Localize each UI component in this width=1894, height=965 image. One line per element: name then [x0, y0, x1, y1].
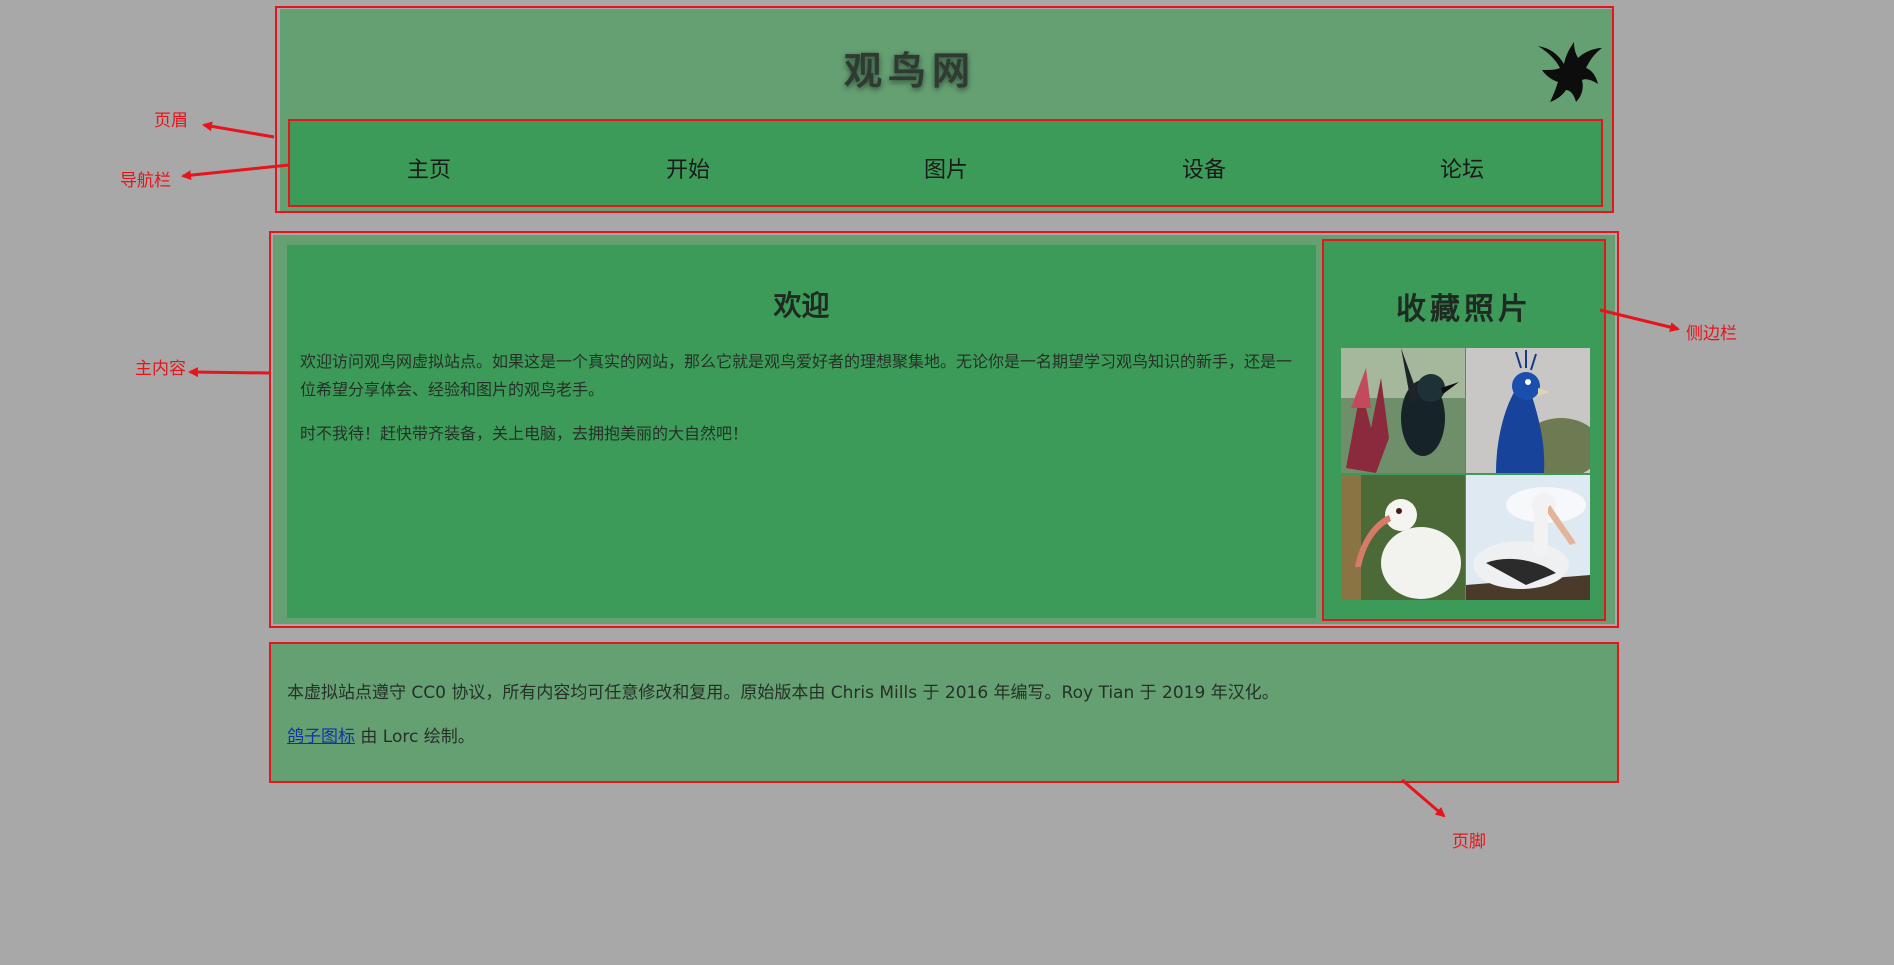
nav-arrow — [181, 163, 290, 181]
footer-annotation: 页脚 — [1452, 832, 1486, 852]
sidebar-arrow — [1599, 308, 1680, 332]
header-annotation: 页眉 — [154, 111, 188, 131]
main-arrow — [188, 367, 270, 378]
annotation-arrows — [181, 121, 1680, 818]
footer-arrow — [1401, 778, 1446, 818]
header-arrow — [202, 121, 275, 139]
main-annotation: 主内容 — [135, 359, 186, 379]
nav-annotation: 导航栏 — [120, 171, 171, 191]
sidebar-annotation: 侧边栏 — [1686, 324, 1737, 344]
